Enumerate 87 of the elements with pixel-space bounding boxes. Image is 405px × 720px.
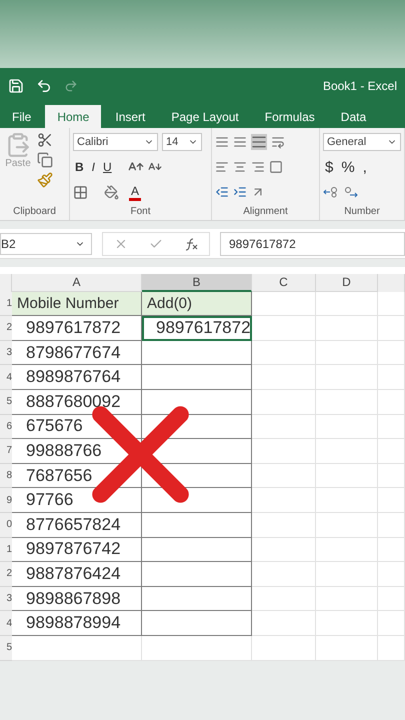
group-label: Font (129, 206, 152, 219)
table-cell[interactable]: Add(0) (142, 292, 252, 316)
column-header[interactable]: D (316, 274, 378, 292)
comma-button[interactable]: , (360, 158, 369, 176)
name-box[interactable]: B2 (0, 232, 92, 254)
row-header[interactable]: 8 (0, 464, 12, 488)
function-icon[interactable] (184, 236, 198, 250)
fill-color-icon[interactable] (104, 184, 119, 200)
ribbon-tab[interactable]: Insert (103, 106, 158, 128)
row-header[interactable]: 1 (0, 292, 12, 316)
column-header[interactable] (378, 274, 405, 292)
table-cell[interactable]: 9887876424 (12, 562, 142, 587)
middle-align-icon[interactable] (233, 135, 247, 149)
table-cell[interactable] (142, 365, 252, 390)
borders-icon[interactable] (73, 184, 88, 200)
row-header[interactable]: 6 (0, 414, 12, 440)
row-header[interactable]: 2 (0, 562, 12, 587)
table-cell[interactable]: 9898878994 (12, 611, 142, 636)
align-right-icon[interactable] (251, 160, 265, 174)
row-header[interactable]: 4 (0, 611, 12, 636)
table-cell[interactable]: 8776657824 (12, 512, 142, 538)
number-format-field[interactable]: General (323, 133, 401, 151)
row-header[interactable]: 7 (0, 439, 12, 464)
table-cell[interactable]: 8887680092 (12, 390, 142, 415)
group-label: Alignment (242, 206, 289, 219)
window-title: Book1 - Excel (322, 78, 397, 92)
bold-button[interactable]: B (73, 158, 86, 176)
table-cell[interactable]: 8989876764 (12, 365, 142, 390)
align-left-icon[interactable] (215, 160, 229, 174)
ribbon-tab[interactable]: Home (45, 105, 102, 128)
column-header[interactable]: A (12, 274, 142, 292)
redo-icon[interactable] (64, 78, 78, 92)
table-cell[interactable]: 9897617872 (12, 316, 142, 341)
bottom-align-icon[interactable] (251, 134, 267, 150)
save-icon[interactable] (8, 78, 24, 94)
row-header[interactable]: 3 (0, 586, 12, 612)
row-header[interactable]: 4 (0, 365, 12, 390)
table-cell[interactable] (142, 562, 252, 587)
column-header[interactable]: C (252, 274, 316, 292)
group-label: Clipboard (12, 206, 57, 219)
row-header[interactable]: 9 (0, 488, 12, 513)
increase-indent-icon[interactable] (233, 185, 247, 199)
align-center-icon[interactable] (233, 160, 247, 174)
table-cell[interactable] (142, 512, 252, 538)
decrease-decimal-icon[interactable] (343, 186, 359, 198)
font-color-button[interactable]: A (129, 183, 142, 201)
table-cell[interactable]: Mobile Number (12, 292, 142, 316)
underline-button[interactable]: U (101, 158, 114, 176)
undo-icon[interactable] (36, 78, 52, 94)
row-header[interactable]: 2 (0, 316, 12, 341)
table-cell[interactable] (142, 611, 252, 636)
table-cell[interactable]: 9897617872 (142, 316, 252, 341)
table-cell[interactable]: 97766 (12, 488, 142, 513)
table-cell[interactable] (142, 488, 252, 513)
cut-icon[interactable] (37, 132, 53, 148)
decrease-indent-icon[interactable] (215, 185, 229, 199)
table-cell[interactable]: 8798677674 (12, 340, 142, 366)
increase-decimal-icon[interactable] (323, 186, 339, 198)
merge-icon[interactable] (269, 160, 283, 174)
row-header[interactable]: 3 (0, 340, 12, 366)
table-cell[interactable]: 9897876742 (12, 538, 142, 562)
percent-button[interactable]: % (339, 158, 357, 176)
currency-button[interactable]: $ (323, 158, 336, 176)
ribbon-tab[interactable]: File (0, 106, 44, 128)
wrap-text-icon[interactable] (271, 135, 285, 149)
row-header[interactable]: 0 (0, 512, 12, 538)
italic-button[interactable]: I (90, 158, 98, 176)
font-size-field[interactable]: 14 (162, 133, 202, 151)
format-painter-icon[interactable] (37, 172, 53, 188)
ribbon-tab[interactable]: Page Layout (159, 106, 251, 128)
formula-field[interactable]: 9897617872 (220, 232, 405, 256)
font-name-field[interactable]: Calibri (73, 133, 158, 151)
top-align-icon[interactable] (215, 135, 229, 149)
table-cell[interactable]: 9898867898 (12, 586, 142, 612)
row-header[interactable]: 5 (0, 390, 12, 415)
column-header[interactable]: B (142, 274, 252, 292)
ribbon-tab[interactable]: Data (328, 106, 378, 128)
table-cell[interactable] (142, 340, 252, 366)
table-cell[interactable] (142, 390, 252, 415)
table-cell[interactable] (142, 586, 252, 612)
row-header[interactable]: 1 (0, 538, 12, 562)
copy-icon[interactable] (37, 152, 53, 168)
ribbon-tab[interactable]: Formulas (252, 106, 327, 128)
select-all-corner[interactable] (0, 274, 12, 292)
group-label: Number (343, 206, 381, 219)
row-header[interactable]: 5 (0, 636, 12, 660)
table-cell[interactable] (142, 538, 252, 562)
